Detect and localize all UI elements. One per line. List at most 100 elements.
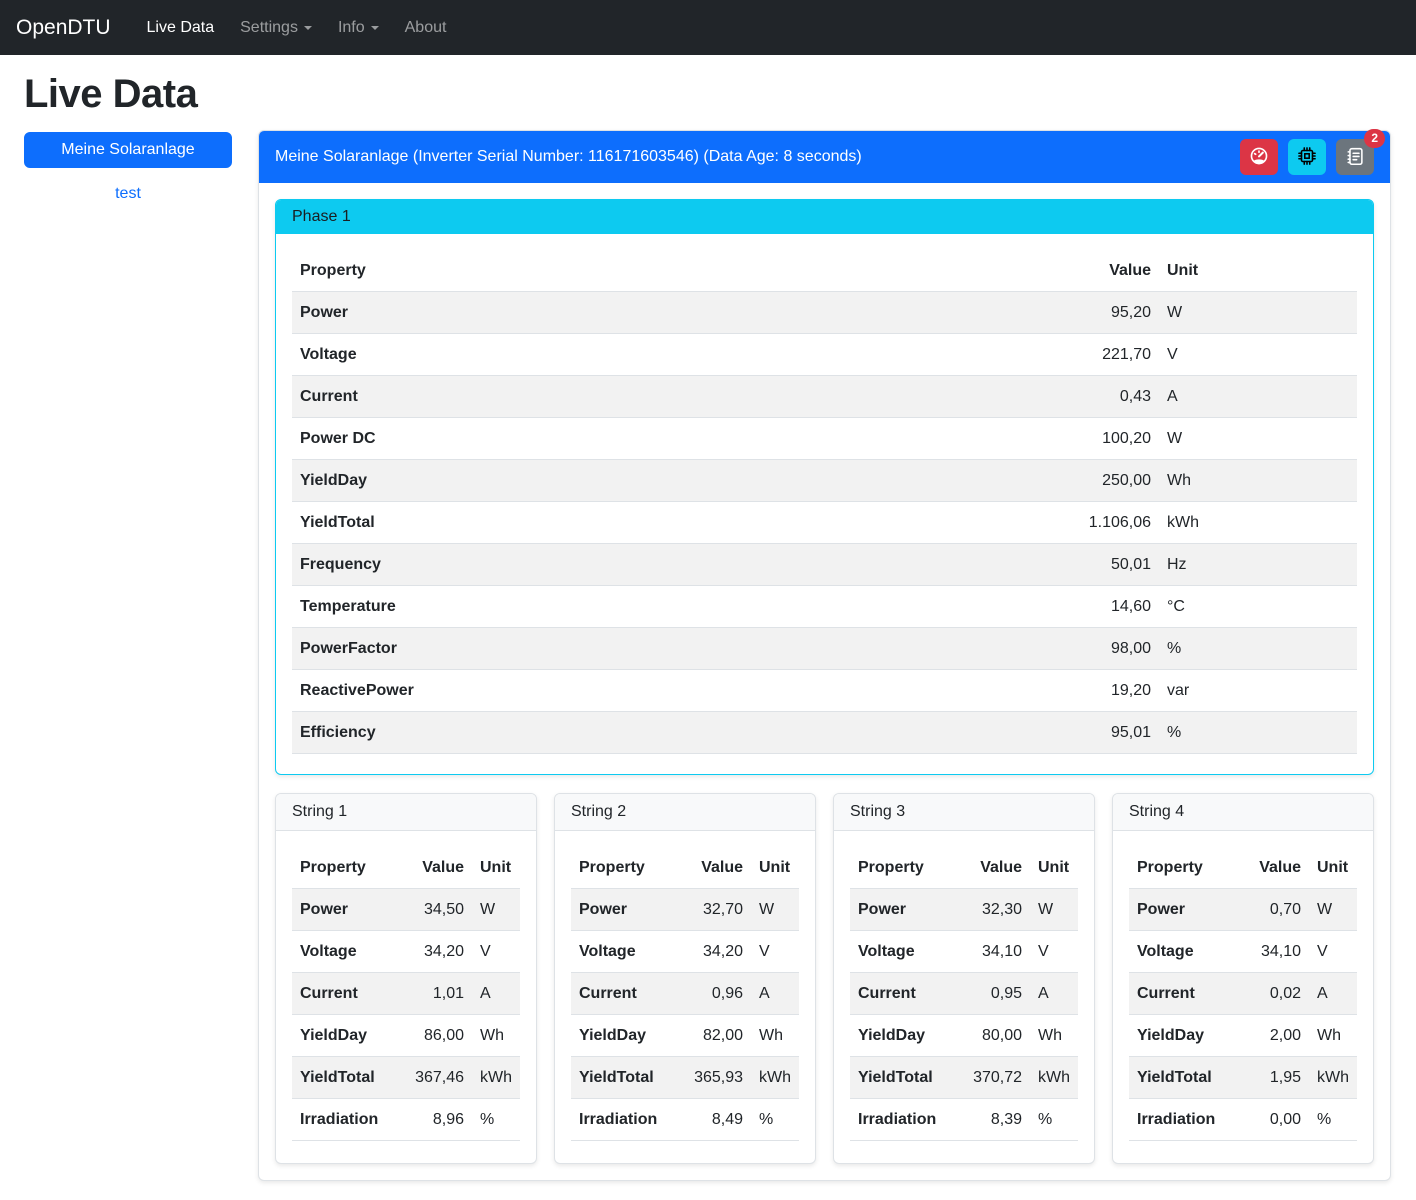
property-cell: Voltage xyxy=(850,931,965,973)
limit-settings-button[interactable] xyxy=(1240,139,1278,175)
table-row: Power0,70W xyxy=(1129,889,1357,931)
value-cell: 86,00 xyxy=(407,1015,472,1057)
property-cell: Efficiency xyxy=(292,712,1049,754)
value-cell: 34,20 xyxy=(407,931,472,973)
column-header-unit: Unit xyxy=(751,847,799,889)
value-cell: 82,00 xyxy=(686,1015,751,1057)
phase-card: Phase 1 PropertyValueUnit Power95,20WVol… xyxy=(275,199,1374,775)
unit-cell: kWh xyxy=(1309,1057,1357,1099)
string-card: String 2 PropertyValueUnit Power32,70WVo… xyxy=(554,793,816,1164)
nav-item-settings[interactable]: Settings xyxy=(230,11,322,45)
unit-cell: % xyxy=(1309,1099,1357,1141)
phase-table: PropertyValueUnit Power95,20WVoltage221,… xyxy=(292,250,1357,754)
value-cell: 19,20 xyxy=(1049,670,1159,712)
inverter-select-button[interactable]: Meine Solaranlage xyxy=(24,132,232,168)
table-row: Temperature14,60°C xyxy=(292,586,1357,628)
strings-row: String 1 PropertyValueUnit Power34,50WVo… xyxy=(275,793,1374,1164)
table-header-row: PropertyValueUnit xyxy=(571,847,799,889)
unit-cell: W xyxy=(1030,889,1078,931)
cpu-icon xyxy=(1296,145,1318,170)
unit-cell: kWh xyxy=(472,1057,520,1099)
table-row: YieldDay2,00Wh xyxy=(1129,1015,1357,1057)
column-header-value: Value xyxy=(407,847,472,889)
device-info-button[interactable] xyxy=(1288,139,1326,175)
table-row: Current0,95A xyxy=(850,973,1078,1015)
nav-item-info[interactable]: Info xyxy=(328,11,389,45)
string-card: String 3 PropertyValueUnit Power32,30WVo… xyxy=(833,793,1095,1164)
journal-icon xyxy=(1344,145,1366,170)
inverter-panel-header: Meine Solaranlage (Inverter Serial Numbe… xyxy=(259,131,1390,183)
unit-cell: V xyxy=(1030,931,1078,973)
value-cell: 0,02 xyxy=(1245,973,1309,1015)
table-row: Irradiation8,96% xyxy=(292,1099,520,1141)
table-row: Frequency50,01Hz xyxy=(292,544,1357,586)
value-cell: 34,20 xyxy=(686,931,751,973)
string-card: String 4 PropertyValueUnit Power0,70WVol… xyxy=(1112,793,1374,1164)
value-cell: 32,30 xyxy=(965,889,1030,931)
column-header-unit: Unit xyxy=(1309,847,1357,889)
unit-cell: °C xyxy=(1159,586,1357,628)
property-cell: Voltage xyxy=(292,334,1049,376)
property-cell: Irradiation xyxy=(571,1099,686,1141)
table-row: Voltage34,10V xyxy=(1129,931,1357,973)
value-cell: 367,46 xyxy=(407,1057,472,1099)
property-cell: Frequency xyxy=(292,544,1049,586)
property-cell: Power xyxy=(292,292,1049,334)
unit-cell: % xyxy=(1159,628,1357,670)
event-log-button[interactable]: 2 xyxy=(1336,139,1374,175)
value-cell: 14,60 xyxy=(1049,586,1159,628)
inverter-panel-title: Meine Solaranlage (Inverter Serial Numbe… xyxy=(275,148,1230,166)
table-row: Voltage221,70V xyxy=(292,334,1357,376)
value-cell: 365,93 xyxy=(686,1057,751,1099)
string-card-title: String 3 xyxy=(834,794,1094,831)
property-cell: YieldTotal xyxy=(571,1057,686,1099)
table-header-row: PropertyValueUnit xyxy=(1129,847,1357,889)
table-row: Current0,02A xyxy=(1129,973,1357,1015)
string-table: PropertyValueUnit Power0,70WVoltage34,10… xyxy=(1129,847,1357,1141)
table-row: Voltage34,20V xyxy=(292,931,520,973)
table-row: YieldDay80,00Wh xyxy=(850,1015,1078,1057)
table-row: Current1,01A xyxy=(292,973,520,1015)
value-cell: 34,10 xyxy=(1245,931,1309,973)
property-cell: Irradiation xyxy=(850,1099,965,1141)
table-row: Efficiency95,01% xyxy=(292,712,1357,754)
property-cell: YieldTotal xyxy=(850,1057,965,1099)
column-header-property: Property xyxy=(571,847,686,889)
value-cell: 0,00 xyxy=(1245,1099,1309,1141)
unit-cell: % xyxy=(751,1099,799,1141)
table-row: Current0,43A xyxy=(292,376,1357,418)
property-cell: Power xyxy=(292,889,407,931)
unit-cell: A xyxy=(751,973,799,1015)
brand-logo[interactable]: OpenDTU xyxy=(16,16,111,40)
unit-cell: W xyxy=(1309,889,1357,931)
property-cell: YieldDay xyxy=(1129,1015,1245,1057)
nav-item-about[interactable]: About xyxy=(395,11,457,45)
value-cell: 34,50 xyxy=(407,889,472,931)
nav-item-live-data[interactable]: Live Data xyxy=(137,11,225,45)
chevron-down-icon xyxy=(371,26,379,30)
property-cell: YieldTotal xyxy=(1129,1057,1245,1099)
string-table: PropertyValueUnit Power32,30WVoltage34,1… xyxy=(850,847,1078,1141)
unit-cell: % xyxy=(472,1099,520,1141)
sidebar-item-test[interactable]: test xyxy=(24,185,232,203)
unit-cell: Wh xyxy=(751,1015,799,1057)
table-row: Irradiation0,00% xyxy=(1129,1099,1357,1141)
property-cell: PowerFactor xyxy=(292,628,1049,670)
unit-cell: W xyxy=(751,889,799,931)
property-cell: Irradiation xyxy=(1129,1099,1245,1141)
value-cell: 50,01 xyxy=(1049,544,1159,586)
unit-cell: A xyxy=(1309,973,1357,1015)
column-header-property: Property xyxy=(292,847,407,889)
top-navbar: OpenDTU Live Data Settings Info About xyxy=(0,0,1416,55)
table-row: Power34,50W xyxy=(292,889,520,931)
nav-item-label: Info xyxy=(338,19,365,36)
property-cell: YieldTotal xyxy=(292,502,1049,544)
page-title: Live Data xyxy=(24,72,1391,117)
value-cell: 95,01 xyxy=(1049,712,1159,754)
value-cell: 32,70 xyxy=(686,889,751,931)
nav-items: Live Data Settings Info About xyxy=(137,11,457,45)
string-card-title: String 2 xyxy=(555,794,815,831)
column-header-property: Property xyxy=(1129,847,1245,889)
column-header-property: Property xyxy=(292,250,1049,292)
unit-cell: % xyxy=(1159,712,1357,754)
